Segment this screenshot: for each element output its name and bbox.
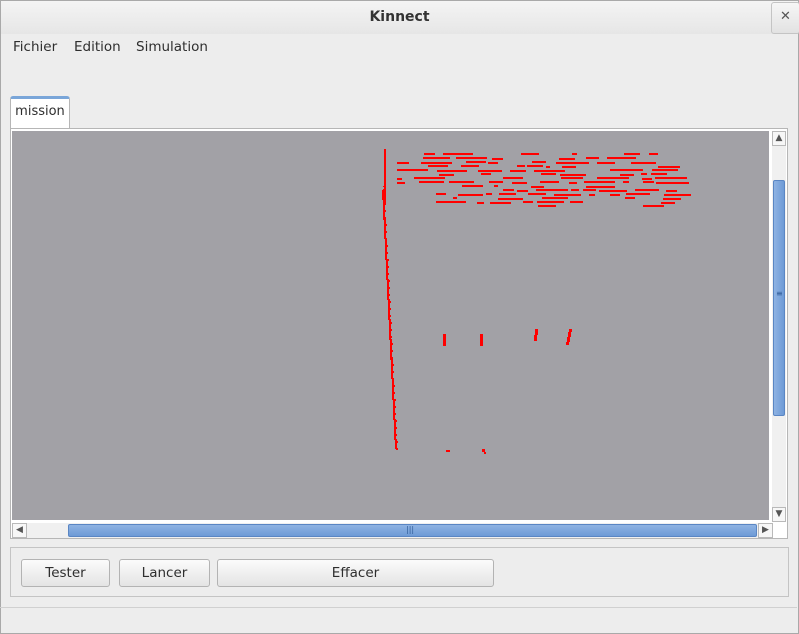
tester-button[interactable]: Tester [21, 559, 110, 587]
point-cloud-canvas[interactable] [12, 131, 769, 520]
chevron-up-icon: ▲ [775, 133, 783, 143]
scroll-down-button[interactable]: ▼ [772, 507, 786, 522]
horizontal-scroll-thumb[interactable]: ||| [68, 524, 757, 537]
button-panel: Tester Lancer Effacer [10, 547, 789, 597]
menu-fichier[interactable]: Fichier [13, 39, 57, 55]
scroll-up-button[interactable]: ▲ [772, 131, 786, 146]
window-title: Kinnect [369, 9, 430, 25]
status-bar [0, 607, 797, 633]
horizontal-scrollbar[interactable]: ◀ ||| ▶ [12, 523, 773, 538]
scroll-left-button[interactable]: ◀ [12, 523, 27, 538]
vertical-scrollbar[interactable]: ▲ ≡ ▼ [772, 131, 786, 522]
vertical-scroll-thumb[interactable]: ≡ [773, 180, 785, 416]
close-icon: ✕ [780, 9, 791, 24]
chevron-down-icon: ▼ [775, 509, 783, 519]
tab-mission[interactable]: mission [10, 96, 70, 128]
menu-bar: Fichier Edition Simulation [1, 35, 798, 63]
chevron-left-icon: ◀ [16, 525, 23, 535]
close-button[interactable]: ✕ [771, 2, 799, 34]
chevron-right-icon: ▶ [762, 525, 769, 535]
lancer-button[interactable]: Lancer [119, 559, 210, 587]
menu-edition[interactable]: Edition [74, 39, 121, 55]
scroll-right-button[interactable]: ▶ [758, 523, 773, 538]
menu-simulation[interactable]: Simulation [136, 39, 208, 55]
effacer-button[interactable]: Effacer [217, 559, 494, 587]
point-cloud-plot [382, 149, 691, 454]
title-bar[interactable]: Kinnect ✕ [1, 1, 799, 34]
